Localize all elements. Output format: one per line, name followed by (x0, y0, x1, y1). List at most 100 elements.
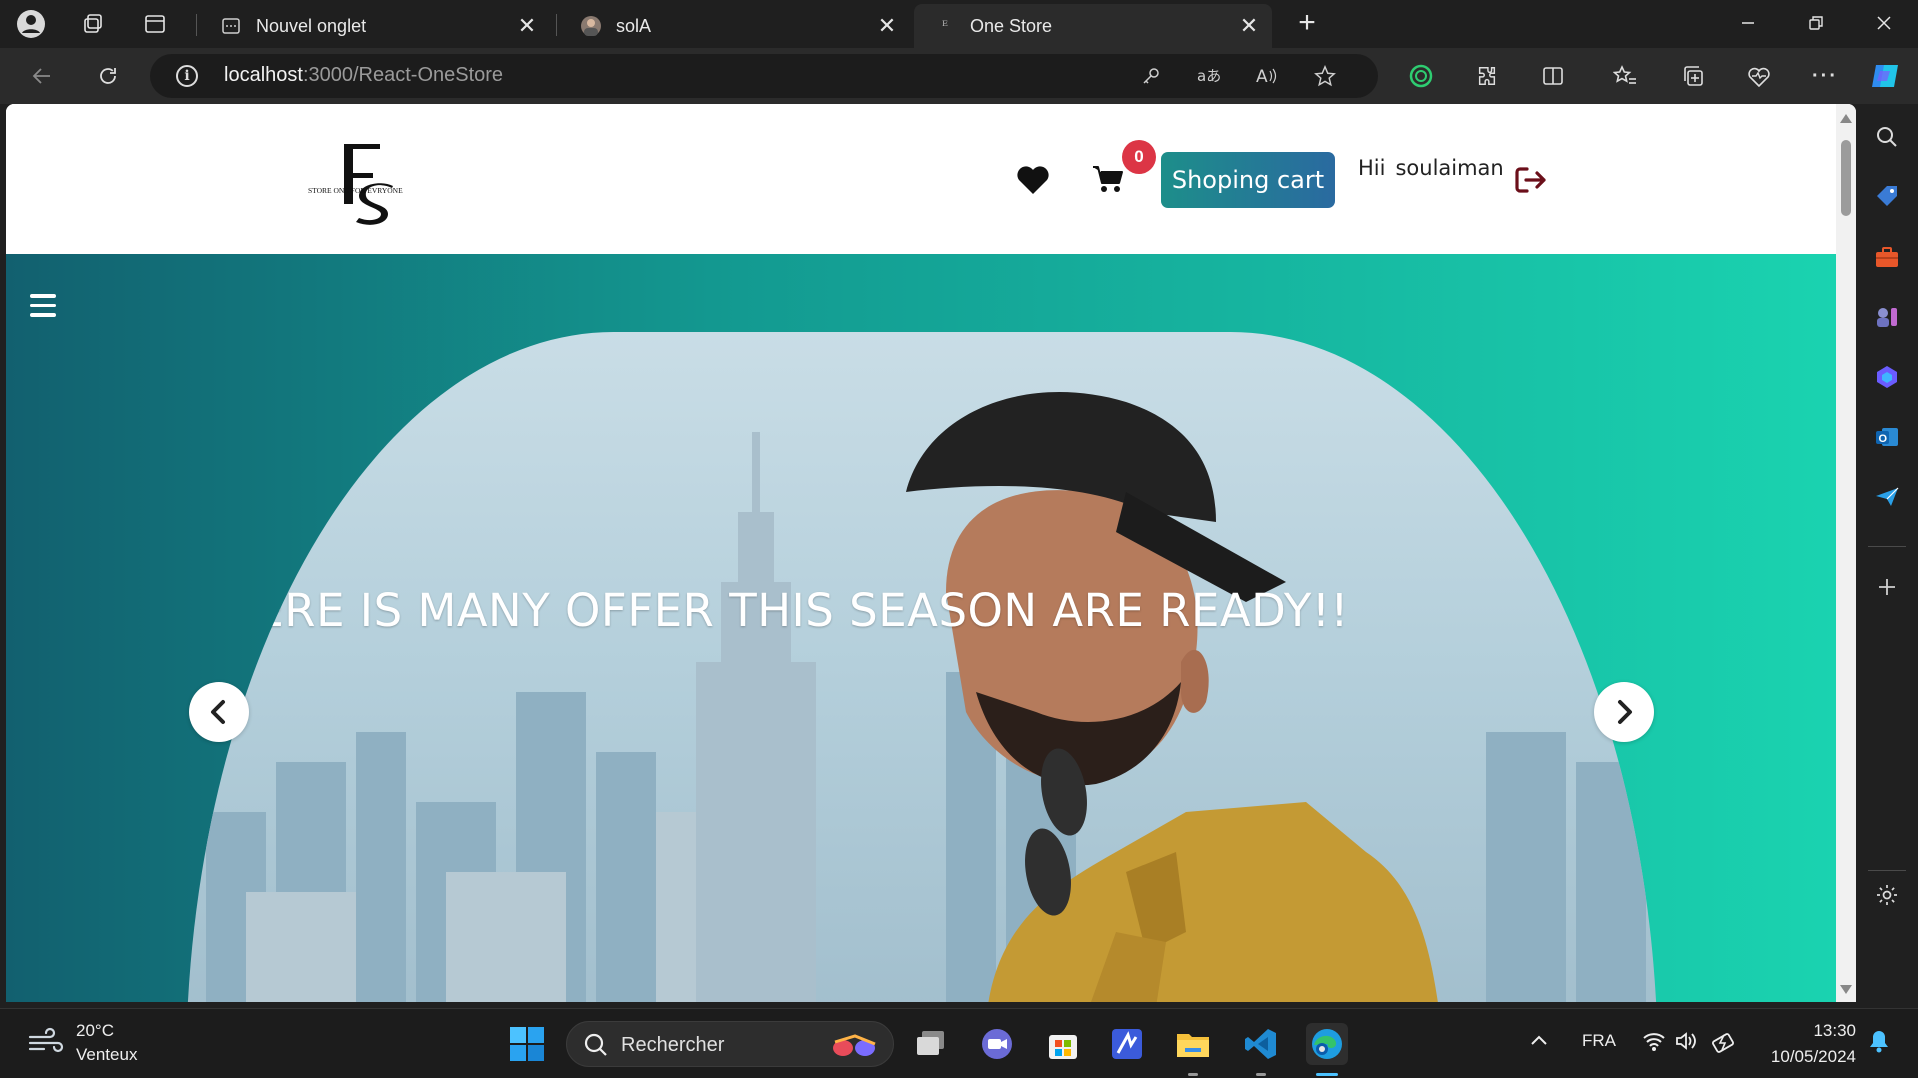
sidebar-separator (1868, 546, 1906, 547)
tab-title: Nouvel onglet (256, 15, 367, 36)
more-menu-icon[interactable]: ··· (1808, 60, 1842, 92)
weather-desc: Venteux (76, 1045, 138, 1064)
windows-start-icon[interactable] (506, 1023, 548, 1065)
refresh-button[interactable] (90, 60, 126, 92)
greeting-text: Hii (1358, 156, 1386, 180)
active-indicator (1316, 1073, 1338, 1076)
file-explorer-icon[interactable] (1172, 1023, 1214, 1065)
restore-button[interactable] (1782, 0, 1850, 46)
key-icon[interactable] (1136, 62, 1166, 90)
store-favicon: ᴱ (942, 18, 948, 34)
notification-bell-icon[interactable] (1868, 1029, 1890, 1058)
meet-icon[interactable] (976, 1023, 1018, 1065)
address-bar[interactable]: i localhost:3000/React-OneStore aあ A (150, 54, 1378, 98)
add-icon[interactable] (1872, 572, 1902, 602)
scroll-up-arrow[interactable] (1840, 114, 1852, 123)
menu-hamburger-icon[interactable] (30, 294, 58, 318)
send-icon[interactable] (1872, 482, 1902, 512)
search-icon[interactable] (1872, 122, 1902, 152)
hero-carousel: THERE IS MANY OFFER THIS SEASON ARE READ… (6, 254, 1836, 1002)
favorites-icon[interactable] (1608, 60, 1642, 92)
system-clock[interactable]: 13:30 10/05/2024 (1756, 1021, 1856, 1073)
tab-title: One Store (970, 15, 1053, 36)
cart-icon[interactable] (1092, 164, 1124, 194)
window-close-button[interactable] (1850, 0, 1918, 46)
site-info-icon[interactable]: i (176, 65, 198, 87)
avatar-favicon (580, 15, 602, 37)
battery-icon[interactable] (1712, 1031, 1738, 1058)
page-scrollbar[interactable] (1836, 104, 1856, 1002)
sidebar-separator (1868, 870, 1906, 871)
games-icon[interactable] (1872, 302, 1902, 332)
extension-ring-icon[interactable] (1404, 60, 1438, 92)
wind-icon (28, 1027, 64, 1053)
running-indicator (1256, 1073, 1266, 1076)
user-greeting: Hii soulaiman (1358, 156, 1514, 180)
browser-toolbar: i localhost:3000/React-OneStore aあ A ··· (0, 48, 1918, 104)
store-logo[interactable]: STORE ONE FOR EVRYONE (306, 138, 436, 234)
svg-text:O: O (1879, 433, 1888, 445)
tab-title: solA (616, 15, 652, 36)
url-text[interactable]: localhost:3000/React-OneStore (224, 64, 503, 87)
windows-taskbar: 20°C Venteux Rechercher FRA 13:30 10/05/… (0, 1008, 1918, 1078)
weather-temp: 20°C (76, 1021, 114, 1040)
translate-icon[interactable]: aあ (1194, 62, 1224, 90)
ms-app-icon[interactable] (1106, 1023, 1148, 1065)
settings-gear-icon[interactable] (1872, 880, 1902, 910)
svg-text:A: A (1256, 67, 1268, 86)
carousel-next-button[interactable] (1594, 682, 1654, 742)
extensions-icon[interactable] (1470, 60, 1504, 92)
tab-one-store[interactable]: ᴱ One Store ✕ (914, 4, 1272, 48)
close-icon[interactable]: ✕ (516, 15, 538, 37)
hero-image: THERE IS MANY OFFER THIS SEASON ARE READ… (186, 332, 1658, 1002)
site-header: STORE ONE FOR EVRYONE 0 Shoping cart Hii… (6, 104, 1836, 254)
minimize-button[interactable] (1714, 0, 1782, 46)
running-indicator (1188, 1073, 1198, 1076)
cart-count-badge: 0 (1122, 140, 1156, 174)
shopping-cart-button[interactable]: Shoping cart (1161, 152, 1335, 208)
read-aloud-icon[interactable]: A (1252, 62, 1282, 90)
search-icon (584, 1033, 607, 1056)
new-tab-button[interactable]: + (1290, 8, 1324, 40)
favorite-star-icon[interactable] (1310, 62, 1340, 90)
carousel-prev-button[interactable] (189, 682, 249, 742)
copilot-icon[interactable] (1868, 60, 1902, 92)
edge-sidebar: O (1856, 104, 1918, 1008)
wifi-icon[interactable] (1642, 1031, 1666, 1056)
tab-actions-icon[interactable] (138, 8, 172, 40)
outlook-icon[interactable]: O (1872, 422, 1902, 452)
task-view-icon[interactable] (910, 1023, 952, 1065)
logo-text: STORE ONE FOR EVRYONE (308, 186, 403, 195)
split-screen-icon[interactable] (1536, 60, 1570, 92)
wishlist-heart-icon[interactable] (1016, 164, 1050, 196)
search-label: Rechercher (621, 1034, 725, 1056)
tab-sola[interactable]: solA ✕ (560, 4, 910, 48)
tab-new[interactable]: Nouvel onglet ✕ (200, 4, 550, 48)
tab-separator (196, 14, 197, 36)
close-icon[interactable]: ✕ (876, 15, 898, 37)
taskbar-search[interactable]: Rechercher (566, 1021, 894, 1067)
profile-icon[interactable] (14, 8, 48, 40)
show-hidden-icons[interactable] (1530, 1031, 1548, 1051)
shopping-tag-icon[interactable] (1872, 182, 1902, 212)
hero-tagline: THERE IS MANY OFFER THIS SEASON ARE READ… (193, 584, 1349, 637)
language-indicator[interactable]: FRA (1582, 1031, 1616, 1051)
workspaces-icon[interactable] (76, 8, 110, 40)
clock-time: 13:30 (1813, 1021, 1856, 1040)
scroll-thumb[interactable] (1841, 140, 1851, 216)
browser-essentials-icon[interactable] (1742, 60, 1776, 92)
collections-icon[interactable] (1676, 60, 1710, 92)
close-icon[interactable]: ✕ (1238, 15, 1260, 37)
back-button[interactable] (24, 60, 60, 92)
vscode-icon[interactable] (1240, 1023, 1282, 1065)
tools-icon[interactable] (1872, 242, 1902, 272)
microsoft-store-icon[interactable] (1042, 1023, 1084, 1065)
scroll-down-arrow[interactable] (1840, 985, 1852, 994)
copilot-sidebar-icon[interactable] (1872, 362, 1902, 392)
logout-icon[interactable] (1514, 164, 1548, 196)
edge-browser-icon[interactable] (1306, 1023, 1348, 1065)
page-viewport: STORE ONE FOR EVRYONE 0 Shoping cart Hii… (6, 104, 1856, 1002)
username: soulaiman (1395, 156, 1504, 180)
svg-text:aあ: aあ (1197, 67, 1221, 85)
volume-icon[interactable] (1674, 1031, 1698, 1056)
